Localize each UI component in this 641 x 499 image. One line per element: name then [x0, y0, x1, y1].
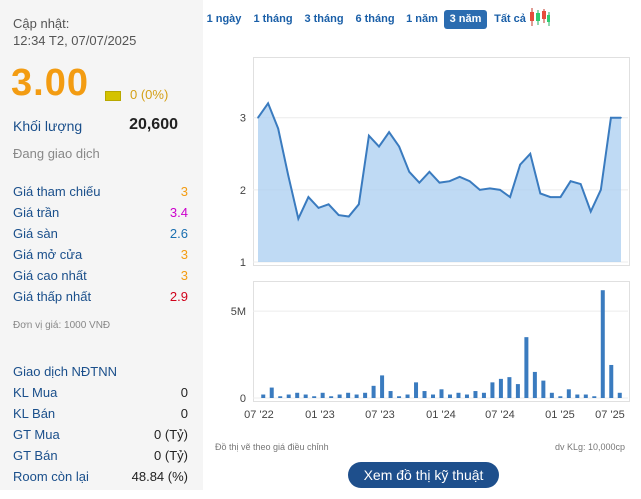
- volume-bar: [388, 391, 393, 398]
- y-tick-label: 0: [240, 393, 246, 405]
- volume-bar: [337, 394, 342, 398]
- volume-bar: [447, 394, 452, 398]
- x-tick-label: 01 '23: [305, 409, 335, 421]
- volume-bar: [464, 394, 469, 398]
- x-tick-label: 07 '25: [595, 409, 625, 421]
- x-tick-label: 07 '24: [485, 409, 515, 421]
- volume-bar: [481, 392, 486, 398]
- volume-bar: [329, 396, 334, 398]
- volume-bar: [431, 394, 436, 398]
- volume-bar: [380, 375, 385, 398]
- volume-bar: [422, 391, 427, 398]
- volume-bar: [592, 396, 597, 398]
- volume-bar: [566, 389, 571, 398]
- volume-bar: [558, 396, 563, 398]
- volume-bar: [617, 392, 622, 398]
- volume-bar: [371, 385, 376, 398]
- x-tick-label: 01 '25: [545, 409, 575, 421]
- volume-bar: [498, 378, 503, 398]
- volume-bar: [600, 290, 605, 398]
- volume-bar: [397, 396, 402, 398]
- volume-bar: [320, 392, 325, 398]
- volume-bar: [303, 394, 308, 398]
- volume-bar: [261, 394, 266, 398]
- volume-bar: [549, 392, 554, 398]
- volume-bar: [295, 392, 300, 398]
- x-tick-label: 07 '22: [244, 409, 274, 421]
- x-tick-label: 01 '24: [426, 409, 456, 421]
- volume-bar: [490, 382, 495, 398]
- volume-bar: [312, 396, 317, 398]
- volume-bar: [473, 391, 478, 398]
- volume-bar: [354, 394, 359, 398]
- volume-bar: [363, 392, 368, 398]
- volume-bar: [286, 394, 291, 398]
- volume-bar: [541, 380, 546, 398]
- volume-bar: [532, 371, 537, 398]
- volume-bar: [439, 389, 444, 398]
- volume-chart[interactable]: 0 5M 07 '22 01 '23 07 '23 01 '24 07 '24 01 '25 0…: [0, 0, 641, 499]
- x-tick-label: 07 '23: [365, 409, 395, 421]
- technical-chart-button[interactable]: Xem đồ thị kỹ thuật: [348, 462, 499, 488]
- volume-bar: [524, 337, 529, 398]
- volume-bar: [278, 396, 283, 398]
- volume-bar: [507, 377, 512, 398]
- volume-bar: [609, 364, 614, 398]
- volume-bar: [583, 394, 588, 398]
- volume-bar: [575, 394, 580, 398]
- volume-bar: [346, 392, 351, 398]
- volume-bar: [515, 384, 520, 398]
- volume-unit-note: dv KLg: 10,000cp: [555, 442, 626, 452]
- volume-bar: [405, 394, 410, 398]
- volume-bar: [456, 392, 461, 398]
- adjusted-price-note: Đồ thị vẽ theo giá điều chỉnh: [215, 442, 329, 452]
- volume-bar: [414, 382, 419, 398]
- y-tick-label: 5M: [231, 306, 246, 318]
- volume-bar: [269, 387, 274, 398]
